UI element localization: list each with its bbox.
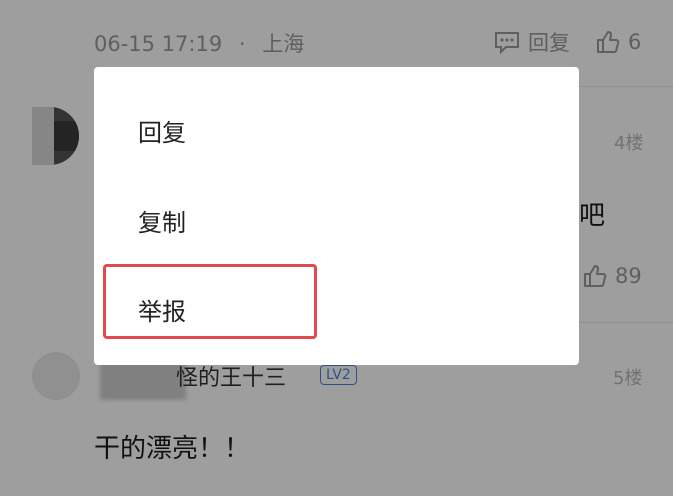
menu-item-reply[interactable]: 回复 (138, 113, 186, 148)
menu-item-copy[interactable]: 复制 (138, 203, 186, 238)
report-highlight-box (103, 264, 317, 339)
